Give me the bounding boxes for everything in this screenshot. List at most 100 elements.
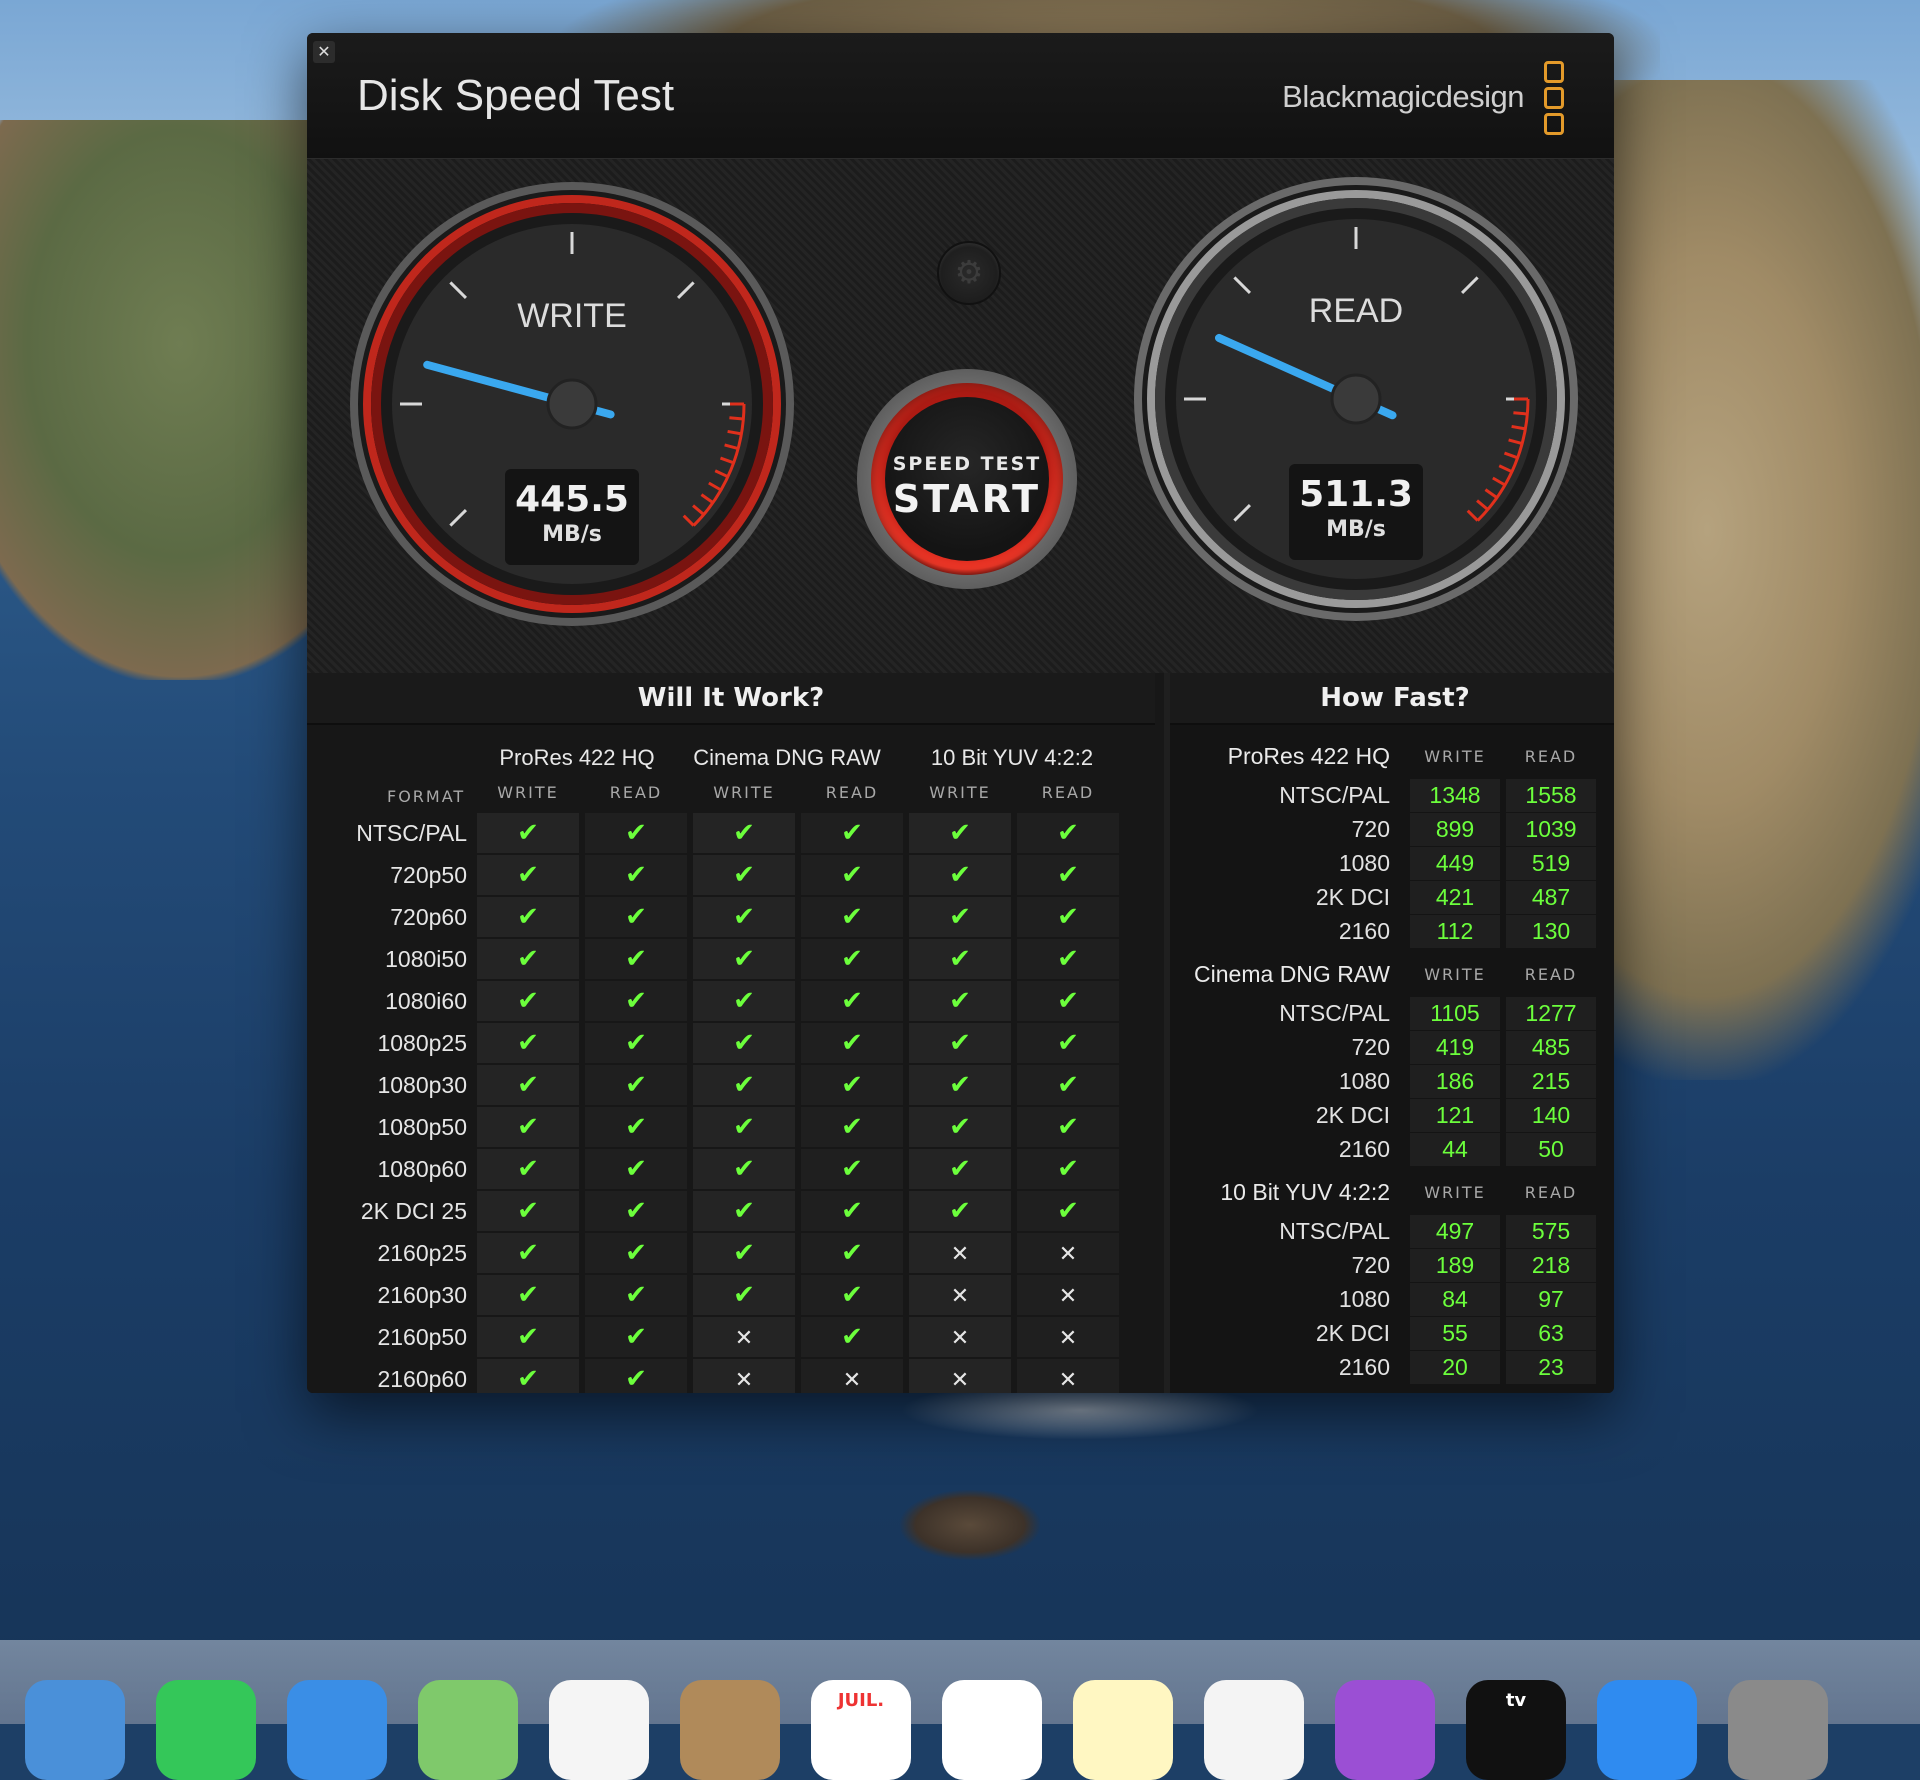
checkmark-icon: ✔ bbox=[517, 986, 539, 1016]
checkmark-icon: ✔ bbox=[517, 1154, 539, 1184]
table-row: 1080p60 ✔ ✔ ✔ ✔ ✔ ✔ bbox=[307, 1149, 1155, 1191]
facetime-icon[interactable] bbox=[156, 1680, 256, 1780]
fps-value: 55 bbox=[1410, 1317, 1500, 1350]
cross-icon: ✕ bbox=[950, 1368, 970, 1393]
blackmagic-logo-icon bbox=[1544, 61, 1564, 139]
resolution-label: 2K DCI bbox=[1315, 1102, 1390, 1128]
cross-icon: ✕ bbox=[950, 1326, 970, 1351]
format-label: 2K DCI 25 bbox=[360, 1198, 467, 1224]
checkmark-icon: ✔ bbox=[1057, 1154, 1079, 1184]
fps-value: 84 bbox=[1410, 1283, 1500, 1316]
fps-value: 63 bbox=[1506, 1317, 1596, 1350]
cross-icon: ✕ bbox=[1058, 1326, 1078, 1351]
checkmark-icon: ✔ bbox=[841, 1028, 863, 1058]
checkmark-icon: ✔ bbox=[1057, 818, 1079, 848]
checkmark-icon: ✔ bbox=[625, 986, 647, 1016]
photos-icon[interactable] bbox=[549, 1680, 649, 1780]
prores-header: ProRes 422 HQ bbox=[499, 745, 655, 770]
checkmark-icon: ✔ bbox=[733, 1028, 755, 1058]
codec-name: Cinema DNG RAW bbox=[1194, 961, 1390, 987]
status-cell: ✔ bbox=[693, 1023, 795, 1063]
island-right bbox=[1560, 80, 1920, 1080]
checkmark-icon: ✔ bbox=[517, 860, 539, 890]
status-cell: ✔ bbox=[801, 1191, 903, 1231]
mail-icon[interactable] bbox=[25, 1680, 125, 1780]
maps-icon[interactable] bbox=[418, 1680, 518, 1780]
podcasts-icon[interactable] bbox=[1335, 1680, 1435, 1780]
checkmark-icon: ✔ bbox=[841, 860, 863, 890]
reminders-icon[interactable] bbox=[942, 1680, 1042, 1780]
status-cell: ✔ bbox=[801, 1107, 903, 1147]
resolution-label: NTSC/PAL bbox=[1279, 1000, 1390, 1026]
status-cell: ✔ bbox=[585, 1359, 687, 1393]
status-cell: ✔ bbox=[1017, 1107, 1119, 1147]
contacts-icon[interactable] bbox=[680, 1680, 780, 1780]
app-store-icon[interactable] bbox=[1597, 1680, 1697, 1780]
status-cell: ✔ bbox=[693, 1065, 795, 1105]
status-cell: ✔ bbox=[1017, 855, 1119, 895]
tv-icon[interactable]: tv bbox=[1466, 1680, 1566, 1780]
table-row: 2K DCI 55 63 bbox=[1170, 1317, 1614, 1351]
format-label: 1080p30 bbox=[377, 1072, 467, 1098]
checkmark-icon: ✔ bbox=[733, 1070, 755, 1100]
fps-value: 449 bbox=[1410, 847, 1500, 880]
status-cell: ✔ bbox=[693, 939, 795, 979]
checkmark-icon: ✔ bbox=[625, 1196, 647, 1226]
calendar-icon[interactable]: JUIL. bbox=[811, 1680, 911, 1780]
checkmark-icon: ✔ bbox=[733, 986, 755, 1016]
fps-value: 215 bbox=[1506, 1065, 1596, 1098]
status-cell: ✔ bbox=[477, 1023, 579, 1063]
start-button-face: SPEED TEST START bbox=[885, 397, 1049, 561]
read-speed-unit: MB/s bbox=[1326, 517, 1386, 542]
checkmark-icon: ✔ bbox=[841, 818, 863, 848]
status-cell: ✔ bbox=[477, 897, 579, 937]
column-header: WRITE bbox=[1424, 1183, 1486, 1202]
will-it-work-title: Will It Work? bbox=[307, 673, 1155, 725]
checkmark-icon: ✔ bbox=[949, 860, 971, 890]
will-it-work-panel: Will It Work? ProRes 422 HQ Cinema DNG R… bbox=[307, 673, 1155, 1393]
status-cell: ✔ bbox=[477, 1317, 579, 1357]
checkmark-icon: ✔ bbox=[841, 944, 863, 974]
codec-name: 10 Bit YUV 4:2:2 bbox=[1220, 1179, 1390, 1205]
status-cell: ✔ bbox=[909, 1065, 1011, 1105]
status-cell: ✔ bbox=[585, 1023, 687, 1063]
table-row: NTSC/PAL 497 575 bbox=[1170, 1215, 1614, 1249]
resolution-label: 2K DCI bbox=[1315, 884, 1390, 910]
music-icon[interactable] bbox=[1204, 1680, 1304, 1780]
system-preferences-icon[interactable] bbox=[1728, 1680, 1828, 1780]
fps-value: 50 bbox=[1506, 1133, 1596, 1166]
fps-value: 112 bbox=[1410, 915, 1500, 948]
status-cell: ✔ bbox=[477, 1359, 579, 1393]
checkmark-icon: ✔ bbox=[625, 1280, 647, 1310]
status-cell: ✕ bbox=[1017, 1275, 1119, 1315]
format-label: 2160p60 bbox=[377, 1366, 467, 1392]
checkmark-icon: ✔ bbox=[625, 1364, 647, 1393]
checkmark-icon: ✔ bbox=[949, 902, 971, 932]
status-cell: ✔ bbox=[693, 1149, 795, 1189]
safari-icon[interactable] bbox=[287, 1680, 387, 1780]
status-cell: ✔ bbox=[693, 1107, 795, 1147]
table-row: 1080 449 519 bbox=[1170, 847, 1614, 881]
status-cell: ✔ bbox=[909, 1191, 1011, 1231]
cinema-dng-header: Cinema DNG RAW bbox=[693, 745, 881, 770]
format-label: 1080i60 bbox=[385, 988, 467, 1014]
speed-test-start-button[interactable]: SPEED TEST START bbox=[857, 369, 1077, 589]
format-label: NTSC/PAL bbox=[356, 820, 467, 846]
checkmark-icon: ✔ bbox=[733, 1154, 755, 1184]
read-speed-value: 511.3 bbox=[1299, 474, 1413, 515]
settings-button[interactable]: ⚙ bbox=[937, 241, 1001, 305]
read-label: READ bbox=[1308, 292, 1404, 330]
yuv-read-header: READ bbox=[1041, 783, 1095, 802]
write-label: WRITE bbox=[517, 297, 627, 335]
checkmark-icon: ✔ bbox=[949, 818, 971, 848]
status-cell: ✕ bbox=[693, 1359, 795, 1393]
dock: JUIL. tv bbox=[0, 1640, 1920, 1780]
notes-icon[interactable] bbox=[1073, 1680, 1173, 1780]
checkmark-icon: ✔ bbox=[841, 1322, 863, 1352]
close-button[interactable]: ✕ bbox=[313, 41, 335, 63]
rock bbox=[900, 1490, 1040, 1560]
status-cell: ✔ bbox=[801, 1233, 903, 1273]
checkmark-icon: ✔ bbox=[625, 1070, 647, 1100]
start-button-ring: SPEED TEST START bbox=[871, 383, 1063, 575]
status-cell: ✔ bbox=[909, 813, 1011, 853]
